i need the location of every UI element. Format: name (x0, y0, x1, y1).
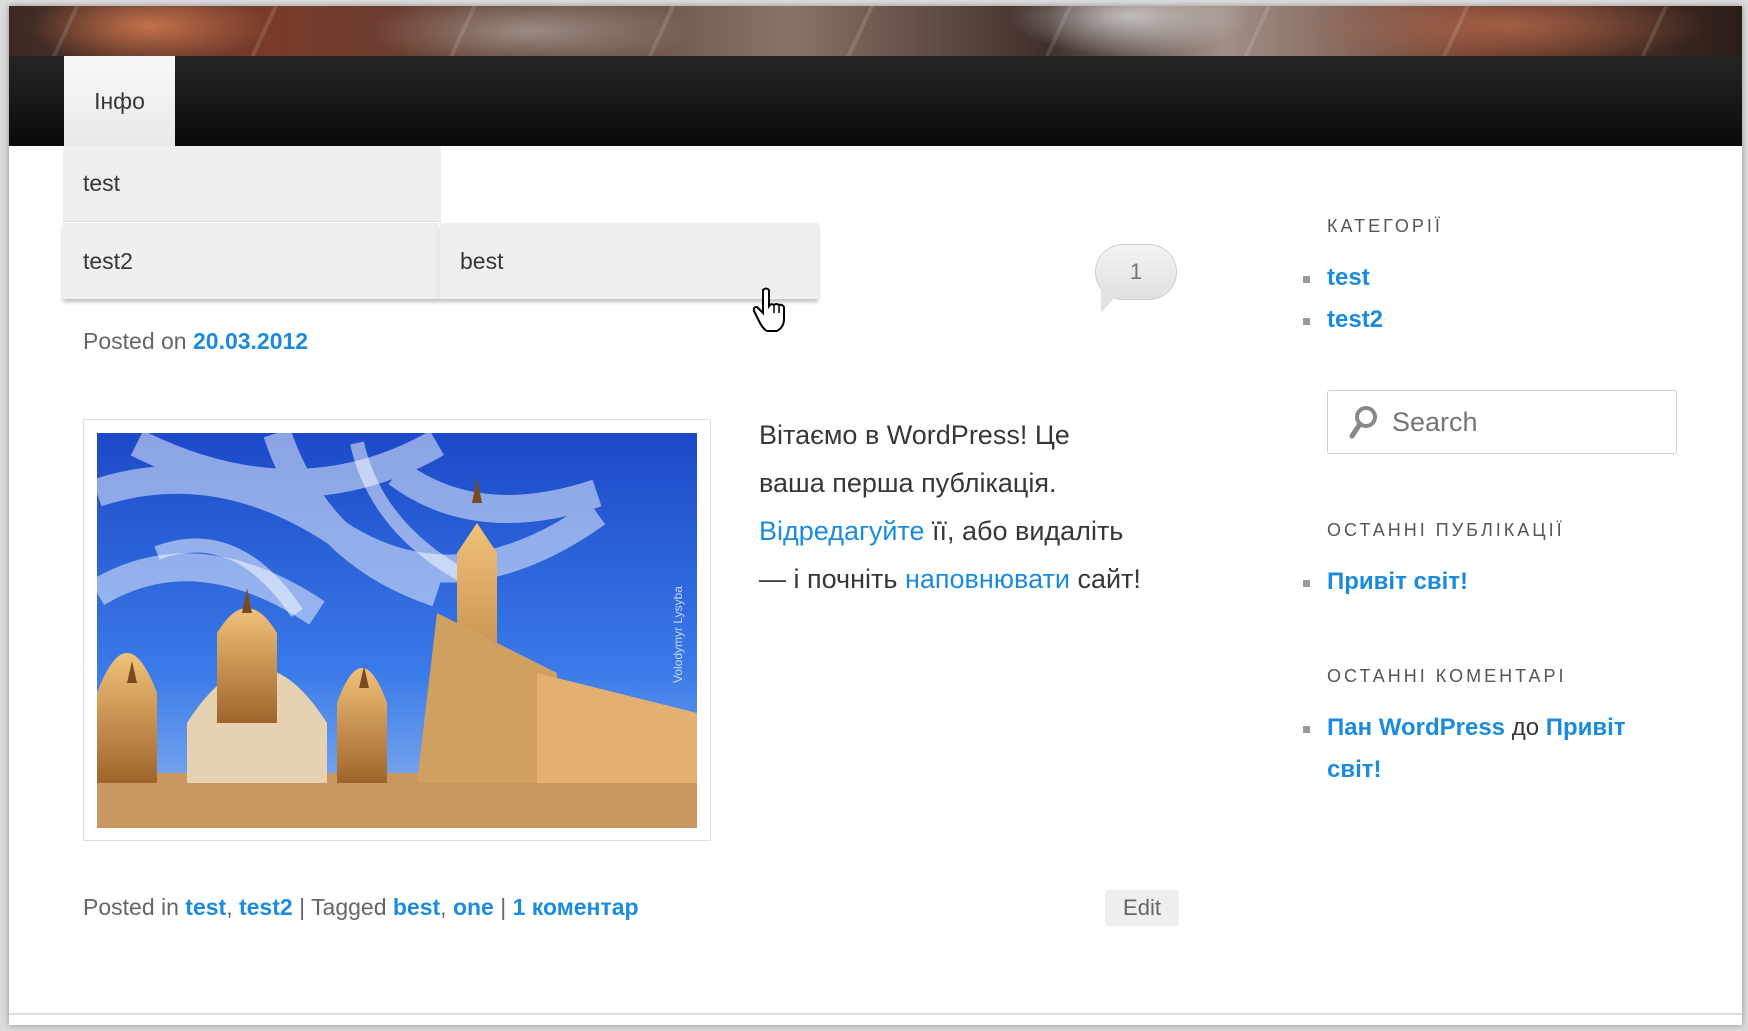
list-item: test (1299, 257, 1383, 299)
recent-comments-title: ОСТАННІ КОМЕНТАРІ (1327, 666, 1567, 686)
dropdown-item-test[interactable]: test (63, 146, 441, 222)
separator: , (226, 894, 239, 920)
categories-list: test test2 (1299, 257, 1383, 341)
dropdown-item-test2[interactable]: test2 (63, 223, 440, 299)
hand-cursor-icon (752, 287, 785, 332)
list-item: Привіт світ! (1299, 561, 1468, 603)
search-input[interactable] (1392, 406, 1672, 438)
posted-on: Posted on 20.03.2012 (83, 328, 308, 355)
categories-title: КАТЕГОРІЇ (1327, 216, 1443, 236)
recent-post-link[interactable]: Привіт світ! (1327, 568, 1468, 595)
post-content: Вітаємо в WordPress! Це ваша перша публі… (759, 411, 1199, 603)
comments-link[interactable]: 1 коментар (513, 894, 639, 920)
header-image (9, 6, 1742, 56)
recent-posts-title: ОСТАННІ ПУБЛІКАЦІЇ (1327, 520, 1565, 540)
separator: , (440, 894, 453, 920)
posted-in-label: Posted in (83, 894, 186, 920)
bubble-tail (1101, 291, 1121, 313)
comment-post-link-line2: світ! (1327, 756, 1382, 783)
edit-post-link[interactable]: Відредагуйте (759, 516, 924, 546)
category-link-test2[interactable]: test2 (239, 894, 293, 920)
tag-link-one[interactable]: one (453, 894, 494, 920)
post-line-2: ваша перша публікація. (759, 468, 1057, 498)
sidebar-category-test[interactable]: test (1327, 264, 1370, 291)
search-icon (1349, 406, 1377, 439)
navbar: Інфо (9, 56, 1742, 146)
sidebar-category-test2[interactable]: test2 (1327, 306, 1383, 333)
cathedral-photo: Volodymyr Lysyba (97, 433, 697, 828)
list-item: Пан WordPress до Привіт світ! (1299, 707, 1679, 791)
separator: | (493, 894, 513, 920)
tagged-label: | Tagged (292, 894, 393, 920)
post-meta: Posted in test, test2 | Tagged best, one… (83, 894, 639, 921)
comment-on-text: до (1505, 714, 1546, 741)
search-box[interactable] (1327, 390, 1677, 454)
post-line-3-rest: її, або видаліть (924, 516, 1124, 546)
post-line-4-start: — і почніть (759, 564, 905, 594)
posted-on-prefix: Posted on (83, 328, 187, 354)
footer-divider (9, 1013, 1742, 1025)
recent-comments-list: Пан WordPress до Привіт світ! (1299, 707, 1679, 791)
comment-author-link[interactable]: Пан WordPress (1327, 714, 1505, 741)
fill-site-link[interactable]: наповнювати (905, 564, 1070, 594)
post-line-4-end: сайт! (1069, 564, 1141, 594)
post-thumbnail[interactable]: Volodymyr Lysyba (83, 419, 711, 841)
category-link-test[interactable]: test (185, 894, 226, 920)
list-item: test2 (1299, 299, 1383, 341)
post-line-1: Вітаємо в WordPress! Це (759, 420, 1070, 450)
recent-posts-list: Привіт світ! (1299, 561, 1468, 603)
image-watermark: Volodymyr Lysyba (671, 586, 685, 683)
comment-post-link-line1: Привіт (1545, 714, 1626, 741)
page: Інфо test test2 best 1 Posted on 20.03.2… (9, 6, 1742, 1025)
nav-item-info[interactable]: Інфо (64, 56, 175, 146)
post-date-link[interactable]: 20.03.2012 (193, 328, 308, 354)
tag-link-best[interactable]: best (393, 894, 440, 920)
edit-button[interactable]: Edit (1105, 890, 1179, 926)
